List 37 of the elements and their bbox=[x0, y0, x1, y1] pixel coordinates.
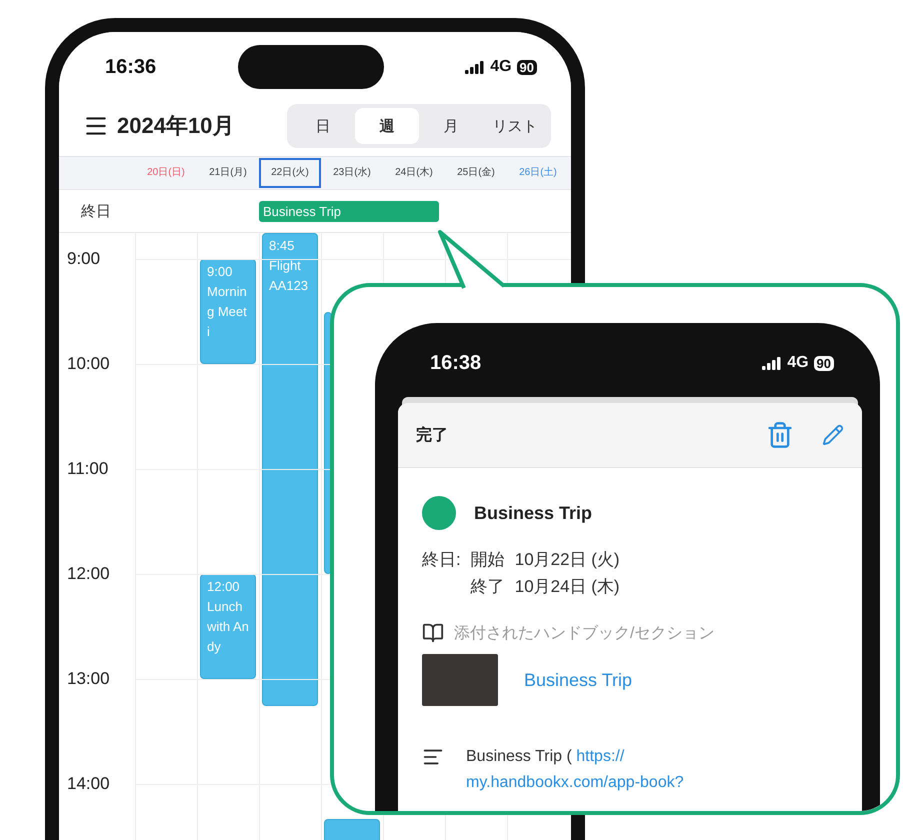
note-text: Business Trip ( https:// my.handbookx.com/app-book? bbox=[466, 747, 684, 793]
view-tab[interactable]: リスト bbox=[483, 108, 547, 144]
hour-label: 13:00 bbox=[67, 669, 110, 690]
battery-indicator: 90 bbox=[814, 356, 834, 370]
hour-label: 9:00 bbox=[67, 249, 100, 270]
day-header[interactable]: 23日(水) bbox=[321, 158, 383, 188]
signal-icon bbox=[762, 356, 782, 370]
day-header[interactable]: 25日(金) bbox=[445, 158, 507, 188]
day-header[interactable]: 21日(月) bbox=[197, 158, 259, 188]
network-label: 4G bbox=[490, 58, 512, 76]
hour-label: 14:00 bbox=[67, 774, 110, 794]
event-title: Business Trip bbox=[474, 502, 592, 524]
status-time: 16:36 bbox=[105, 56, 156, 78]
trash-icon[interactable] bbox=[766, 421, 794, 449]
hour-label: 12:00 bbox=[67, 564, 110, 584]
day-header[interactable]: 24日(木) bbox=[383, 158, 445, 188]
view-tab[interactable]: 月 bbox=[419, 108, 483, 144]
view-tab[interactable]: 週 bbox=[355, 108, 419, 144]
view-tab[interactable]: 日 bbox=[291, 108, 355, 144]
start-label: 開始 bbox=[470, 549, 505, 571]
battery-indicator: 90 bbox=[516, 60, 537, 74]
all-day-label: 終日 bbox=[80, 202, 112, 220]
status-time: 16:38 bbox=[430, 352, 482, 374]
hour-label: 11:00 bbox=[67, 459, 108, 480]
start-date: 10月22日 (火) bbox=[514, 549, 620, 571]
book-icon bbox=[422, 622, 444, 644]
hour-label: 10:00 bbox=[67, 354, 110, 374]
done-button[interactable]: 完了 bbox=[416, 424, 448, 446]
month-title: 2024年10月 bbox=[117, 112, 234, 140]
signal-icon bbox=[465, 60, 486, 74]
end-label: 終了 bbox=[470, 576, 505, 598]
all-day-label: 終日: bbox=[422, 549, 461, 571]
network-label: 4G bbox=[787, 354, 809, 372]
end-date: 10月24日 (木) bbox=[514, 576, 620, 598]
pencil-icon[interactable] bbox=[822, 424, 844, 446]
day-header[interactable]: 22日(火) bbox=[259, 158, 321, 188]
attachments-label: 添付されたハンドブック/セクション bbox=[454, 624, 714, 644]
